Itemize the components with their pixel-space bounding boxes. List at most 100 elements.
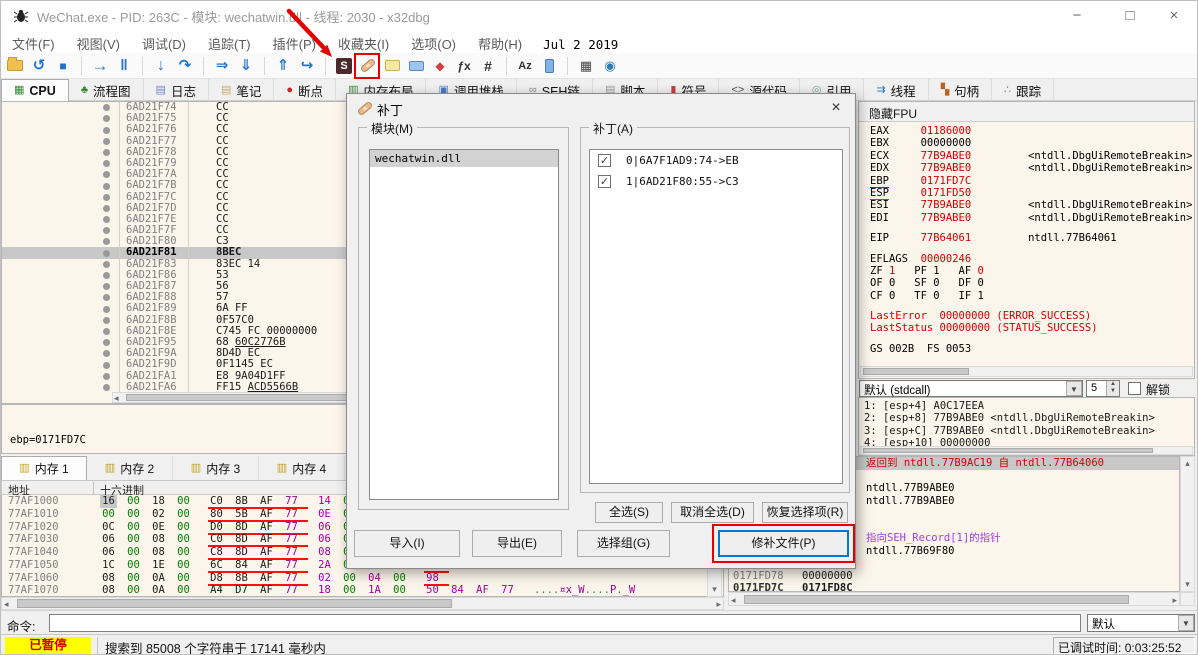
select-all-button[interactable]: 全选(S)	[595, 502, 663, 523]
menu-item-0[interactable]: 文件(F)	[1, 31, 66, 53]
chevron-down-icon[interactable]: ▼	[1066, 381, 1082, 396]
breakpoint-dot-icon[interactable]	[103, 182, 110, 190]
breakpoint-dot-icon[interactable]	[103, 260, 110, 268]
memory-row[interactable]: 77AF1060 08 00 0A 00 D8 8B AF 77 02 00 04 00 98	[2, 571, 723, 586]
breakpoint-dot-icon[interactable]	[103, 193, 110, 201]
tab-笔记[interactable]: ▤ 笔记	[209, 79, 275, 101]
argument-row[interactable]: 1: [esp+4] A0C17EEA	[864, 400, 1194, 412]
breakpoint-dot-icon[interactable]	[103, 372, 110, 380]
run-to-cursor-icon[interactable]: ⇒	[212, 56, 232, 76]
dialog-close-icon[interactable]: ×	[825, 98, 847, 118]
menu-item-5[interactable]: 收藏夹(I)	[327, 31, 400, 53]
restore-selection-button[interactable]: 恢复选择项(R)	[762, 502, 848, 523]
register-row[interactable]: ZF 1 PF 1 AF 0	[870, 265, 1194, 277]
maximize-button[interactable]: □	[1107, 1, 1153, 31]
stack-row[interactable]: 0171FD78 00000000	[729, 570, 1179, 583]
globe-icon[interactable]: ◉	[600, 56, 620, 76]
module-list-item[interactable]: wechatwin.dll	[370, 150, 558, 167]
breakpoint-dot-icon[interactable]	[103, 249, 110, 257]
register-row[interactable]: ECX 77B9ABE0 <ntdll.DbgUiRemoteBreakin>	[870, 150, 1194, 162]
memory-row[interactable]: 77AF1070 08 00 0A 00 A4 D7 AF 77 18 00 1A 00 50 84 AF 77…	[2, 584, 723, 596]
register-row[interactable]: OF 0 SF 0 DF 0	[870, 277, 1194, 289]
stop-icon[interactable]: ■	[53, 56, 73, 76]
tab-流程图[interactable]: ♣ 流程图	[69, 79, 144, 101]
minimize-button[interactable]: −	[1054, 1, 1100, 31]
menu-item-6[interactable]: 选项(O)	[400, 31, 467, 53]
breakpoint-dot-icon[interactable]	[103, 305, 110, 313]
register-row[interactable]: ESI 77B9ABE0 <ntdll.DbgUiRemoteBreakin>	[870, 199, 1194, 211]
close-button[interactable]: ×	[1151, 1, 1197, 31]
register-row[interactable]: EBP 0171FD7C	[870, 174, 1194, 188]
attach-icon[interactable]	[539, 56, 559, 76]
registers-h-scrollbar[interactable]	[860, 366, 1193, 377]
breakpoint-dot-icon[interactable]	[103, 160, 110, 168]
memory-tab-1[interactable]: ▥ 内存 1	[1, 456, 87, 480]
breakpoint-dot-icon[interactable]	[103, 272, 110, 279]
breakpoint-dot-icon[interactable]	[103, 171, 110, 179]
register-row[interactable]: EAX 01186000	[870, 125, 1194, 137]
patch-icon[interactable]	[354, 52, 380, 79]
menu-item-1[interactable]: 视图(V)	[66, 31, 131, 53]
menu-item-3[interactable]: 追踪(T)	[197, 31, 262, 53]
breakpoint-dot-icon[interactable]	[103, 327, 110, 335]
tab-日志[interactable]: ▤ 日志	[144, 79, 209, 101]
breakpoint-dot-icon[interactable]	[103, 104, 110, 112]
calling-convention-select[interactable]: 默认 (stdcall) ▼	[859, 380, 1083, 397]
register-row[interactable]: ESP 0171FD50	[870, 186, 1194, 200]
chevron-down-icon[interactable]: ▼	[1178, 615, 1194, 631]
patch-checkbox[interactable]: ✓	[598, 175, 611, 188]
command-input[interactable]	[49, 614, 1081, 632]
tab-断点[interactable]: ● 断点	[274, 79, 337, 101]
run-to-user-code-icon[interactable]: ↪	[297, 56, 317, 76]
patch-list[interactable]: ✓ 0|6A7F1AD9:74->EB ✓ 1|6AD21F80:55->C3	[589, 149, 843, 484]
breakpoint-dot-icon[interactable]	[103, 126, 110, 134]
strings-icon[interactable]: Az	[515, 56, 535, 76]
breakpoint-dot-icon[interactable]	[103, 361, 110, 369]
breakpoint-dot-icon[interactable]	[103, 316, 110, 324]
arguments-h-scrollbar[interactable]	[860, 446, 1193, 455]
execute-till-return-icon[interactable]: ⇑	[273, 56, 293, 76]
unlock-checkbox[interactable]	[1128, 382, 1141, 395]
tab-跟踪[interactable]: ∴ 跟踪	[992, 79, 1055, 101]
register-row[interactable]: EDI 77B9ABE0 <ntdll.DbgUiRemoteBreakin>	[870, 212, 1194, 224]
import-button[interactable]: 导入(I)	[354, 530, 460, 557]
patch-list-item[interactable]: ✓ 0|6A7F1AD9:74->EB	[590, 150, 842, 171]
label-icon[interactable]	[406, 56, 426, 76]
select-group-button[interactable]: 选择组(G)	[577, 530, 670, 557]
pause-icon[interactable]: ‖	[114, 56, 134, 76]
settings-icon[interactable]: S	[334, 56, 354, 76]
arg-count-stepper[interactable]: 5 ▲ ▼	[1086, 380, 1120, 397]
step-out-icon[interactable]: ⇓	[236, 56, 256, 76]
stack-v-scrollbar[interactable]: ▴ ▾	[1180, 456, 1195, 592]
menu-item-7[interactable]: 帮助(H)	[467, 31, 533, 53]
command-profile-select[interactable]: 默认 ▼	[1087, 614, 1195, 632]
breakpoint-dot-icon[interactable]	[103, 148, 110, 156]
arguments-pane[interactable]: 1: [esp+4] A0C17EEA 2: [esp+8] 77B9ABE0 <…	[858, 397, 1195, 456]
memory-tab-3[interactable]: ▥ 内存 3	[173, 456, 259, 480]
calculator-icon[interactable]: ▦	[576, 56, 596, 76]
stack-h-scrollbar[interactable]: ◂ ▸	[728, 592, 1180, 606]
argument-row[interactable]: 2: [esp+8] 77B9ABE0 <ntdll.DbgUiRemoteBr…	[864, 412, 1194, 424]
register-row[interactable]: CF 0 TF 0 IF 1	[870, 290, 1194, 302]
register-row[interactable]: GS 002B FS 0053	[870, 343, 1194, 355]
patch-checkbox[interactable]: ✓	[598, 154, 611, 167]
tab-句柄[interactable]: ▚ 句柄	[929, 79, 993, 101]
step-into-icon[interactable]: ↓	[151, 56, 171, 76]
register-row[interactable]: EFLAGS 00000246	[870, 253, 1194, 265]
export-button[interactable]: 导出(E)	[472, 530, 562, 557]
deselect-all-button[interactable]: 取消全选(D)	[671, 502, 754, 523]
register-row[interactable]: LastError 00000000 (ERROR_SUCCESS)	[870, 310, 1194, 322]
bookmark-icon[interactable]: ◆	[430, 56, 450, 76]
register-row[interactable]: EBX 00000000	[870, 137, 1194, 149]
breakpoint-dot-icon[interactable]	[103, 216, 110, 224]
restart-icon[interactable]: ↺	[29, 56, 49, 76]
breakpoint-dot-icon[interactable]	[103, 350, 110, 358]
stack-row[interactable]: 0171FD7C 0171FD8C	[729, 582, 1179, 591]
breakpoint-dot-icon[interactable]	[103, 383, 110, 391]
breakpoint-dot-icon[interactable]	[103, 204, 110, 212]
argument-row[interactable]: 3: [esp+C] 77B9ABE0 <ntdll.DbgUiRemoteBr…	[864, 425, 1194, 437]
menu-item-2[interactable]: 调试(D)	[131, 31, 197, 53]
function-icon[interactable]: ƒx	[454, 56, 474, 76]
tab-CPU[interactable]: ▦ CPU	[1, 79, 69, 101]
comment-icon[interactable]	[382, 56, 402, 76]
